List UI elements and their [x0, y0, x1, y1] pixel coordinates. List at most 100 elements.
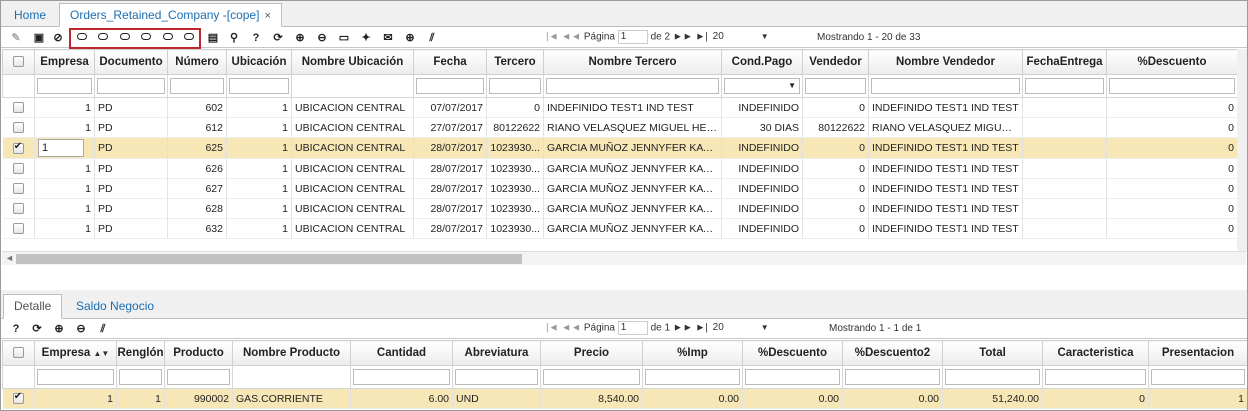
row-checkbox[interactable] [12, 122, 24, 134]
col-empresa[interactable]: Empresa [34, 49, 95, 75]
empresa-edit-input[interactable]: 1 [38, 139, 84, 157]
comment-icon[interactable]: ▭ [337, 31, 351, 45]
dfilter-descuento2[interactable] [845, 369, 940, 385]
filter-cond-pago[interactable] [724, 78, 800, 94]
detail-page-input[interactable]: 1 [617, 321, 648, 335]
col-descuento[interactable]: %Descuento [1106, 49, 1238, 75]
table-row[interactable]: 1 PD 626 1 UBICACION CENTRAL 28/07/2017 102393… [2, 158, 1238, 179]
filter-nombre-tercero[interactable] [546, 78, 719, 94]
row-checkbox[interactable] [12, 223, 24, 235]
cancel-icon[interactable]: ⊘ [51, 31, 65, 45]
help-icon[interactable]: ? [249, 31, 263, 45]
row-checkbox[interactable] [12, 102, 24, 114]
dfilter-producto[interactable] [167, 369, 230, 385]
mail-icon[interactable]: ✉ [381, 31, 395, 45]
tab-orders-retained[interactable]: Orders_Retained_Company -[cope] × [59, 3, 282, 27]
table-row[interactable]: 1 PD 632 1 UBICACION CENTRAL 28/07/2017 102393… [2, 218, 1238, 239]
dfilter-presentacion[interactable] [1151, 369, 1245, 385]
first-page-icon[interactable]: |◄ [546, 32, 559, 43]
table-row[interactable]: 1 PD 628 1 UBICACION CENTRAL 28/07/2017 102393… [2, 198, 1238, 219]
sort-icon[interactable]: ▲▼ [93, 349, 109, 358]
grid-horizontal-scrollbar[interactable]: ◄ [2, 251, 1246, 265]
row-checkbox[interactable] [12, 163, 24, 175]
filter-nombre-vendedor[interactable] [871, 78, 1020, 94]
dcol-cantidad[interactable]: Cantidad [350, 340, 453, 366]
table-row[interactable]: 1PD6251UBICACION CENTRAL28/07/2017102393… [2, 137, 1238, 159]
resize-icon[interactable]: ⫽ [425, 31, 439, 45]
detail-help-icon[interactable]: ? [9, 322, 23, 336]
table-row[interactable]: 1 PD 612 1 UBICACION CENTRAL 27/07/2017 801226… [2, 117, 1238, 138]
add-icon[interactable]: ⊕ [403, 31, 417, 45]
dcol-descuento[interactable]: %Descuento [742, 340, 843, 366]
detail-select-all-checkbox[interactable] [13, 347, 24, 359]
select-all-checkbox[interactable] [13, 56, 24, 68]
calendar-icon[interactable]: ▤ [206, 31, 220, 45]
scroll-thumb[interactable] [16, 254, 522, 264]
select-all-header[interactable] [2, 49, 35, 75]
dfilter-total[interactable] [945, 369, 1040, 385]
page-input[interactable]: 1 [617, 30, 648, 44]
detail-refresh-icon[interactable]: ⟳ [30, 322, 44, 336]
detail-resize-icon[interactable]: ⫽ [96, 322, 110, 336]
save-icon[interactable]: ▣ [32, 31, 46, 45]
edit-icon[interactable]: ✎ [9, 31, 23, 45]
dfilter-abreviatura[interactable] [455, 369, 538, 385]
dcol-empresa[interactable]: Empresa ▲▼ [34, 340, 117, 366]
refresh-icon[interactable]: ⟳ [271, 31, 285, 45]
tab-detalle[interactable]: Detalle [3, 294, 63, 319]
detail-first-page-icon[interactable]: |◄ [546, 323, 559, 334]
col-cond-pago[interactable]: Cond.Pago [721, 49, 803, 75]
row-checkbox[interactable] [12, 203, 24, 215]
filter-ubicacion[interactable] [229, 78, 289, 94]
filter-descuento[interactable] [1109, 78, 1235, 94]
dcol-producto[interactable]: Producto [164, 340, 233, 366]
detail-page-size-select[interactable]: 20 [711, 321, 769, 335]
filter-vendedor[interactable] [805, 78, 866, 94]
search-icon[interactable]: ⚲ [227, 31, 241, 45]
filter-numero[interactable] [170, 78, 224, 94]
dcol-precio[interactable]: Precio [540, 340, 643, 366]
filter-fecha[interactable] [416, 78, 484, 94]
detail-last-page-icon[interactable]: ►| [695, 323, 708, 334]
dfilter-caracteristica[interactable] [1045, 369, 1146, 385]
dfilter-empresa[interactable] [37, 369, 114, 385]
detail-prev-page-icon[interactable]: ◄◄ [561, 323, 581, 334]
col-tercero[interactable]: Tercero [486, 49, 544, 75]
col-vendedor[interactable]: Vendedor [802, 49, 869, 75]
close-icon[interactable]: × [264, 10, 270, 22]
row-checkbox[interactable] [12, 141, 24, 154]
last-page-icon[interactable]: ►| [695, 32, 708, 43]
detail-row[interactable]: 1 1 990002 GAS.CORRIENTE 6.00 UND 8,540.… [2, 388, 1247, 409]
dcol-imp[interactable]: %Imp [642, 340, 743, 366]
filter-documento[interactable] [97, 78, 165, 94]
dcol-nombre-producto[interactable]: Nombre Producto [232, 340, 351, 366]
detail-select-all-header[interactable] [2, 340, 35, 366]
col-numero[interactable]: Número [167, 49, 227, 75]
zoom-in-icon[interactable]: ⊕ [293, 31, 307, 45]
tab-saldo-negocio[interactable]: Saldo Negocio [65, 294, 165, 319]
scroll-left-icon[interactable]: ◄ [5, 253, 14, 263]
filter-empresa[interactable] [37, 78, 92, 94]
col-fecha[interactable]: Fecha [413, 49, 487, 75]
col-nombre-tercero[interactable]: Nombre Tercero [543, 49, 722, 75]
tab-home[interactable]: Home [3, 3, 57, 27]
dcol-abreviatura[interactable]: Abreviatura [452, 340, 541, 366]
dcol-total[interactable]: Total [942, 340, 1043, 366]
dcol-presentacion[interactable]: Presentacion [1148, 340, 1247, 366]
row-checkbox[interactable] [12, 183, 24, 195]
filter-tercero[interactable] [489, 78, 541, 94]
pin-icon[interactable]: ✦ [359, 31, 373, 45]
dfilter-cantidad[interactable] [353, 369, 450, 385]
col-fecha-entrega[interactable]: FechaEntrega [1022, 49, 1107, 75]
grid-vertical-scrollbar[interactable] [1237, 49, 1247, 251]
dcol-descuento2[interactable]: %Descuento2 [842, 340, 943, 366]
next-page-icon[interactable]: ►► [673, 32, 693, 43]
filter-fecha-entrega[interactable] [1025, 78, 1104, 94]
col-documento[interactable]: Documento [94, 49, 168, 75]
col-nombre-vendedor[interactable]: Nombre Vendedor [868, 49, 1023, 75]
dcol-renglon[interactable]: Renglón [116, 340, 165, 366]
dfilter-precio[interactable] [543, 369, 640, 385]
dfilter-renglon[interactable] [119, 369, 162, 385]
detail-zoom-in-icon[interactable]: ⊕ [52, 322, 66, 336]
dcol-caracteristica[interactable]: Caracteristica [1042, 340, 1149, 366]
